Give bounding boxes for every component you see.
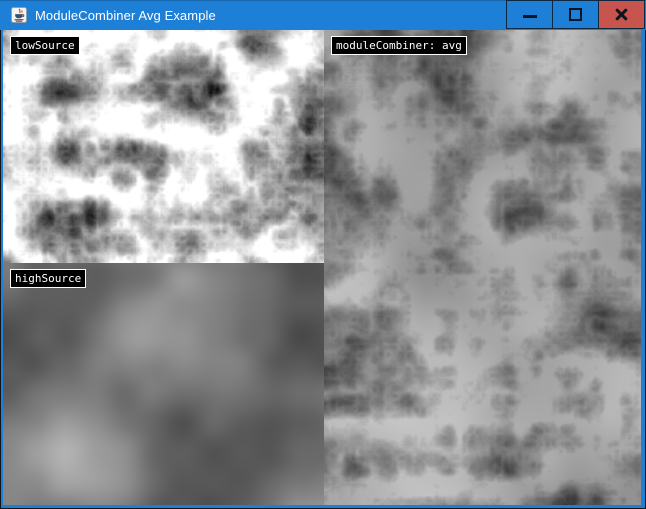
close-button[interactable] — [598, 0, 645, 29]
panel-label-highsource: highSource — [10, 269, 86, 288]
window-controls — [507, 0, 645, 29]
window-border-bottom — [1, 505, 645, 508]
panel-modulecombiner: moduleCombiner: avg — [324, 30, 641, 505]
app-window: ModuleCombiner Avg Example lowSource hig… — [0, 0, 646, 509]
titlebar[interactable]: ModuleCombiner Avg Example — [0, 0, 646, 30]
maximize-button[interactable] — [552, 0, 599, 29]
maximize-icon — [569, 8, 582, 21]
panel-lowsource: lowSource — [3, 30, 324, 263]
panel-highsource: highSource — [3, 263, 324, 505]
window-border-left — [1, 30, 3, 505]
java-coffee-icon[interactable] — [11, 7, 27, 23]
window-title: ModuleCombiner Avg Example — [35, 8, 216, 23]
minimize-button[interactable] — [506, 0, 553, 29]
minimize-icon — [523, 15, 537, 18]
modulecombiner-texture — [324, 30, 641, 505]
panel-label-lowsource: lowSource — [10, 36, 80, 55]
highsource-texture — [3, 263, 324, 505]
close-icon — [614, 7, 629, 22]
panel-label-modulecombiner: moduleCombiner: avg — [331, 36, 467, 55]
lowsource-texture — [3, 30, 324, 263]
window-border-right — [641, 30, 645, 505]
